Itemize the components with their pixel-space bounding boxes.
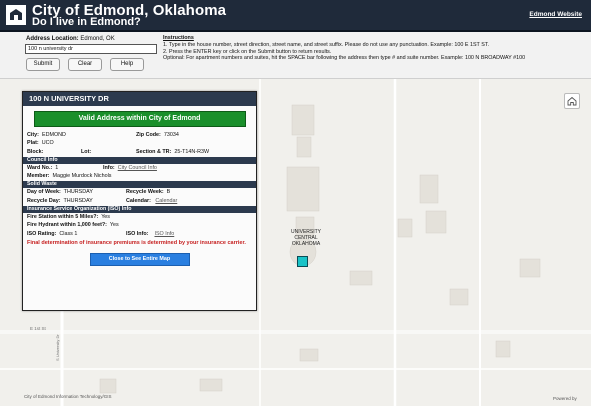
recycle-day-row: Recycle Day: THURSDAY Calendar: Calendar: [23, 197, 256, 205]
submit-button[interactable]: Submit: [26, 58, 60, 71]
day-of-week-value: THURSDAY: [63, 189, 93, 196]
campus-label-line-3: OKLAHOMA: [291, 241, 321, 247]
address-location-value: Edmond, OK: [80, 36, 115, 42]
iso-info-link[interactable]: ISO Info: [154, 231, 174, 237]
block-row: Block: Lot: Section & TR: 25-T14N-R3W: [23, 148, 256, 156]
block-label: Block:: [27, 148, 44, 155]
iso-rating-row: ISO Rating: Class 1 ISO Info: ISO Info: [23, 230, 256, 238]
city-label: City:: [27, 132, 39, 138]
iso-rating-label: ISO Rating:: [27, 230, 57, 237]
instructions-title: Instructions: [163, 35, 194, 41]
home-icon: [567, 96, 577, 106]
search-panel: Address Location: Edmond, OK 100 n unive…: [0, 32, 591, 79]
panel-title: 100 N UNIVERSITY DR: [23, 92, 256, 106]
member-value: Maggie Murdock Nichols: [52, 173, 112, 180]
clear-button[interactable]: Clear: [68, 58, 102, 71]
city-council-info-link[interactable]: City Council Info: [118, 165, 157, 171]
plat-value: UCO: [41, 140, 54, 147]
day-of-week-row: Day of Week: THURSDAY Recycle Week: B: [23, 188, 256, 196]
city-value: EDMOND: [41, 132, 66, 138]
lot-label: Lot:: [81, 148, 92, 155]
zip-label: Zip Code:: [136, 132, 161, 138]
edmond-website-link[interactable]: Edmond Website: [529, 11, 582, 18]
recycle-day-value: THURSDAY: [63, 197, 93, 204]
fire-station-row: Fire Station within 5 Miles?: Yes: [23, 213, 256, 221]
fire-hydrant-label: Fire Hydrant within 1,000 feet?:: [27, 222, 107, 229]
recycle-week-label: Recycle Week:: [126, 189, 164, 196]
home-button[interactable]: [564, 93, 580, 109]
close-panel-button[interactable]: Close to See Entire Map: [89, 252, 190, 266]
iso-info-label: ISO Info:: [126, 230, 149, 237]
fire-hydrant-row: Fire Hydrant within 1,000 feet?: Yes: [23, 221, 256, 229]
ward-value: 1: [55, 164, 59, 171]
plat-label: Plat:: [27, 140, 39, 147]
help-button[interactable]: Help: [110, 58, 144, 71]
fire-station-value: Yes: [101, 214, 110, 221]
insurance-warning: Final determination of insurance premium…: [27, 239, 246, 246]
city-row: City: EDMOND Zip Code: 73034: [23, 131, 256, 139]
zip-value: 73034: [163, 132, 179, 138]
street-label-university: S University Dr: [55, 334, 60, 361]
city-logo-icon: [6, 5, 26, 25]
location-marker[interactable]: [297, 256, 308, 267]
iso-rating-value: Class 1: [59, 230, 78, 237]
street-label-e-1st-st: E 1st St: [30, 326, 46, 331]
address-location-title: Address Location:: [26, 36, 79, 42]
campus-label: UNIVERSITY CENTRAL OKLAHOMA: [291, 229, 321, 247]
council-info-header: Council Info: [23, 156, 256, 164]
section-label: Section & TR:: [136, 148, 172, 155]
solid-waste-header: Solid Waste: [23, 181, 256, 189]
app-header: City of Edmond, Oklahoma Do I live in Ed…: [0, 0, 591, 32]
ward-row: Ward No.: 1 Info: City Council Info: [23, 164, 256, 172]
day-of-week-label: Day of Week:: [27, 189, 61, 196]
plat-row: Plat: UCO: [23, 139, 256, 147]
address-info-panel: 100 N UNIVERSITY DR Valid Address within…: [22, 91, 257, 311]
address-location-label: Address Location: Edmond, OK: [26, 36, 115, 42]
fire-hydrant-value: Yes: [109, 222, 119, 229]
ward-label: Ward No.:: [27, 164, 53, 171]
calendar-link[interactable]: Calendar: [155, 198, 177, 204]
section-value: 25-T14N-R3W: [174, 148, 210, 155]
calendar-label: Calendar:: [126, 197, 151, 204]
instructions: Instructions 1. Type in the house number…: [163, 35, 583, 62]
member-row: Member: Maggie Murdock Nichols: [23, 172, 256, 180]
instruction-line-1: 1. Type in the house number, street dire…: [163, 41, 490, 48]
recycle-week-value: B: [166, 189, 171, 196]
fire-station-label: Fire Station within 5 Miles?:: [27, 214, 99, 221]
address-input[interactable]: 100 n university dr: [25, 44, 157, 54]
info-label: Info:: [103, 164, 115, 171]
instruction-line-2: 2. Press the ENTER key or click on the S…: [163, 48, 332, 55]
powered-by: Powered by: [553, 396, 577, 401]
recycle-day-label: Recycle Day:: [27, 197, 61, 204]
member-label: Member:: [27, 173, 50, 180]
map-attribution: City of Edmond Information Technology/GI…: [24, 394, 112, 399]
instruction-line-3: Optional: For apartment numbers and suit…: [163, 55, 526, 62]
page-subtitle: Do I live in Edmond?: [32, 16, 141, 28]
valid-address-banner: Valid Address within City of Edmond: [33, 111, 246, 127]
iso-info-header: Insurance Service Organization (ISO) Inf…: [23, 206, 256, 214]
